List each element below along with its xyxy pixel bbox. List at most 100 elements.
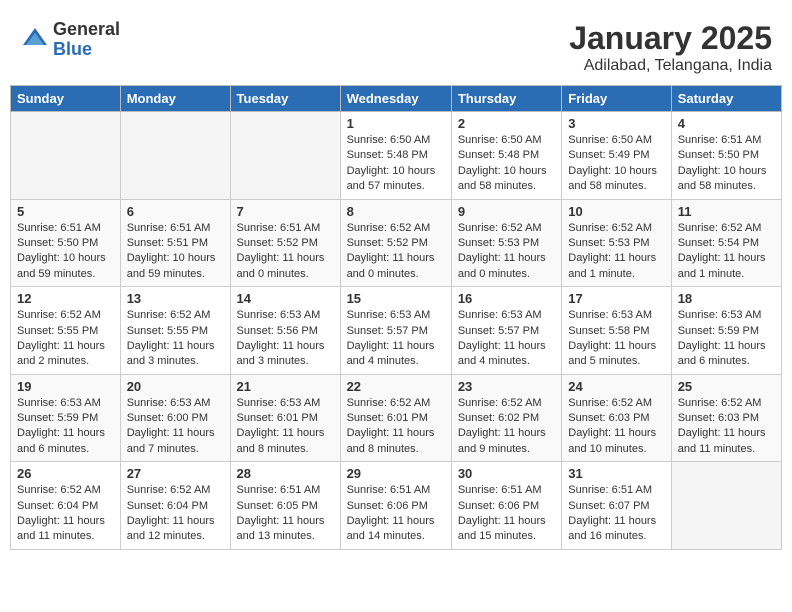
day-number: 16 — [458, 291, 555, 306]
day-number: 20 — [127, 379, 224, 394]
calendar-cell — [120, 112, 230, 200]
calendar-cell: 21Sunrise: 6:53 AM Sunset: 6:01 PM Dayli… — [230, 374, 340, 462]
day-number: 12 — [17, 291, 114, 306]
day-info: Sunrise: 6:52 AM Sunset: 5:54 PM Dayligh… — [678, 221, 775, 283]
calendar-cell: 16 Sunrise: 6:53 AM Sunset: 5:57 PM Dayli… — [451, 287, 561, 375]
calendar-table: SundayMondayTuesdayWednesdayThursdayFrid… — [10, 85, 782, 550]
calendar-cell: 23 Sunrise: 6:52 AM Sunset: 6:02 PM Dayli… — [451, 374, 561, 462]
logo-icon — [20, 25, 50, 55]
day-info: Sunrise: 6:51 AM Sunset: 6:06 PM Dayligh… — [347, 483, 445, 545]
day-number: 18 — [678, 291, 775, 306]
day-number: 10 — [568, 204, 664, 219]
day-number: 26 — [17, 466, 114, 481]
location-label: Adilabad, Telangana, India — [569, 57, 772, 75]
calendar-week-row: 12 Sunrise: 6:52 AM Sunset: 5:55 PM Dayli… — [11, 287, 782, 375]
day-info: Sunrise: 6:52 AM Sunset: 5:52 PM Dayligh… — [347, 221, 445, 283]
day-info: Sunrise: 6:53 AM Sunset: 5:59 PM Dayligh… — [678, 308, 775, 370]
logo-general-label: General — [53, 20, 120, 40]
calendar-cell: 17 Sunrise: 6:53 AM Sunset: 5:58 PM Dayli… — [562, 287, 671, 375]
day-number: 5 — [17, 204, 114, 219]
weekday-header: Thursday — [451, 86, 561, 112]
day-info: Sunrise: 6:51 AM Sunset: 5:50 PM Dayligh… — [678, 133, 775, 195]
day-info: Sunrise: 6:53 AM Sunset: 5:57 PM Dayligh… — [347, 308, 445, 370]
day-info: Sunrise: 6:53 AM Sunset: 5:59 PM Dayligh… — [17, 396, 114, 458]
day-number: 13 — [127, 291, 224, 306]
day-info: Sunrise: 6:50 AM Sunset: 5:49 PM Dayligh… — [568, 133, 664, 195]
calendar-cell: 6 Sunrise: 6:51 AM Sunset: 5:51 PM Daylig… — [120, 199, 230, 287]
calendar-cell: 3 Sunrise: 6:50 AM Sunset: 5:49 PM Daylig… — [562, 112, 671, 200]
day-info: Sunrise: 6:53 AM Sunset: 5:57 PM Dayligh… — [458, 308, 555, 370]
day-number: 8 — [347, 204, 445, 219]
calendar-cell: 9 Sunrise: 6:52 AM Sunset: 5:53 PM Daylig… — [451, 199, 561, 287]
day-info: Sunrise: 6:52 AM Sunset: 5:53 PM Dayligh… — [458, 221, 555, 283]
day-number: 1 — [347, 116, 445, 131]
calendar-cell: 22 Sunrise: 6:52 AM Sunset: 6:01 PM Dayli… — [340, 374, 451, 462]
logo-text: General Blue — [53, 20, 120, 60]
logo: General Blue — [20, 20, 120, 60]
day-info: Sunrise: 6:52 AM Sunset: 5:55 PM Dayligh… — [17, 308, 114, 370]
day-info: Sunrise: 6:52 AM Sunset: 5:55 PM Dayligh… — [127, 308, 224, 370]
day-number: 28 — [237, 466, 334, 481]
calendar-cell: 27Sunrise: 6:52 AM Sunset: 6:04 PM Dayli… — [120, 462, 230, 550]
day-number: 9 — [458, 204, 555, 219]
day-info: Sunrise: 6:51 AM Sunset: 5:52 PM Dayligh… — [237, 221, 334, 283]
calendar-cell — [671, 462, 781, 550]
calendar-cell: 11 Sunrise: 6:52 AM Sunset: 5:54 PM Dayli… — [671, 199, 781, 287]
calendar-cell: 20 Sunrise: 6:53 AM Sunset: 6:00 PM Dayli… — [120, 374, 230, 462]
calendar-cell: 29Sunrise: 6:51 AM Sunset: 6:06 PM Dayli… — [340, 462, 451, 550]
day-number: 22 — [347, 379, 445, 394]
weekday-header: Tuesday — [230, 86, 340, 112]
day-number: 6 — [127, 204, 224, 219]
calendar-week-row: 19Sunrise: 6:53 AM Sunset: 5:59 PM Dayli… — [11, 374, 782, 462]
day-number: 31 — [568, 466, 664, 481]
day-info: Sunrise: 6:53 AM Sunset: 5:58 PM Dayligh… — [568, 308, 664, 370]
calendar-cell: 8 Sunrise: 6:52 AM Sunset: 5:52 PM Daylig… — [340, 199, 451, 287]
weekday-header-row: SundayMondayTuesdayWednesdayThursdayFrid… — [11, 86, 782, 112]
page-header: General Blue January 2025 Adilabad, Tela… — [10, 10, 782, 80]
calendar-cell: 18 Sunrise: 6:53 AM Sunset: 5:59 PM Dayli… — [671, 287, 781, 375]
weekday-header: Wednesday — [340, 86, 451, 112]
calendar-cell: 14Sunrise: 6:53 AM Sunset: 5:56 PM Dayli… — [230, 287, 340, 375]
day-info: Sunrise: 6:51 AM Sunset: 6:05 PM Dayligh… — [237, 483, 334, 545]
calendar-week-row: 1 Sunrise: 6:50 AM Sunset: 5:48 PM Daylig… — [11, 112, 782, 200]
day-info: Sunrise: 6:53 AM Sunset: 6:01 PM Dayligh… — [237, 396, 334, 458]
day-info: Sunrise: 6:52 AM Sunset: 6:03 PM Dayligh… — [568, 396, 664, 458]
day-number: 11 — [678, 204, 775, 219]
day-number: 14 — [237, 291, 334, 306]
calendar-cell: 24 Sunrise: 6:52 AM Sunset: 6:03 PM Dayli… — [562, 374, 671, 462]
day-number: 25 — [678, 379, 775, 394]
calendar-cell: 10 Sunrise: 6:52 AM Sunset: 5:53 PM Dayli… — [562, 199, 671, 287]
day-info: Sunrise: 6:52 AM Sunset: 6:03 PM Dayligh… — [678, 396, 775, 458]
calendar-cell: 30Sunrise: 6:51 AM Sunset: 6:06 PM Dayli… — [451, 462, 561, 550]
weekday-header: Sunday — [11, 86, 121, 112]
calendar-cell: 25 Sunrise: 6:52 AM Sunset: 6:03 PM Dayli… — [671, 374, 781, 462]
day-info: Sunrise: 6:52 AM Sunset: 6:04 PM Dayligh… — [127, 483, 224, 545]
calendar-cell: 1Sunrise: 6:50 AM Sunset: 5:48 PM Daylig… — [340, 112, 451, 200]
day-number: 23 — [458, 379, 555, 394]
calendar-cell — [230, 112, 340, 200]
day-number: 24 — [568, 379, 664, 394]
day-info: Sunrise: 6:51 AM Sunset: 6:06 PM Dayligh… — [458, 483, 555, 545]
calendar-cell: 2Sunrise: 6:50 AM Sunset: 5:48 PM Daylig… — [451, 112, 561, 200]
calendar-week-row: 5Sunrise: 6:51 AM Sunset: 5:50 PM Daylig… — [11, 199, 782, 287]
calendar-cell: 15 Sunrise: 6:53 AM Sunset: 5:57 PM Dayli… — [340, 287, 451, 375]
calendar-cell: 28 Sunrise: 6:51 AM Sunset: 6:05 PM Dayli… — [230, 462, 340, 550]
day-number: 3 — [568, 116, 664, 131]
day-info: Sunrise: 6:52 AM Sunset: 6:04 PM Dayligh… — [17, 483, 114, 545]
calendar-cell: 19Sunrise: 6:53 AM Sunset: 5:59 PM Dayli… — [11, 374, 121, 462]
calendar-cell: 7Sunrise: 6:51 AM Sunset: 5:52 PM Daylig… — [230, 199, 340, 287]
day-info: Sunrise: 6:52 AM Sunset: 6:01 PM Dayligh… — [347, 396, 445, 458]
weekday-header: Monday — [120, 86, 230, 112]
weekday-header: Friday — [562, 86, 671, 112]
day-number: 15 — [347, 291, 445, 306]
title-block: January 2025 Adilabad, Telangana, India — [569, 20, 772, 75]
day-info: Sunrise: 6:52 AM Sunset: 6:02 PM Dayligh… — [458, 396, 555, 458]
calendar-cell: 13 Sunrise: 6:52 AM Sunset: 5:55 PM Dayli… — [120, 287, 230, 375]
day-info: Sunrise: 6:53 AM Sunset: 6:00 PM Dayligh… — [127, 396, 224, 458]
calendar-cell: 5Sunrise: 6:51 AM Sunset: 5:50 PM Daylig… — [11, 199, 121, 287]
day-number: 17 — [568, 291, 664, 306]
day-info: Sunrise: 6:51 AM Sunset: 5:51 PM Dayligh… — [127, 221, 224, 283]
calendar-cell: 31Sunrise: 6:51 AM Sunset: 6:07 PM Dayli… — [562, 462, 671, 550]
day-info: Sunrise: 6:50 AM Sunset: 5:48 PM Dayligh… — [458, 133, 555, 195]
day-info: Sunrise: 6:52 AM Sunset: 5:53 PM Dayligh… — [568, 221, 664, 283]
